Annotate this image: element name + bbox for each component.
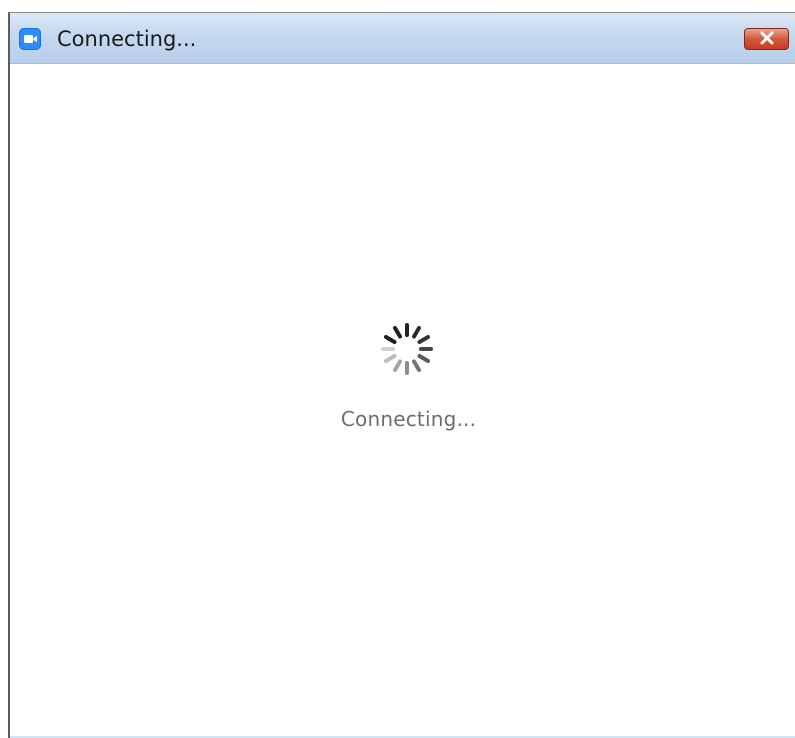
- connecting-content: Connecting...: [10, 64, 795, 738]
- title-bar[interactable]: Connecting...: [10, 13, 795, 64]
- close-button[interactable]: [744, 28, 789, 50]
- connecting-status-text: Connecting...: [340, 407, 477, 431]
- zoom-camera-icon: [19, 28, 41, 50]
- connecting-window: Connecting... Connecting...: [8, 12, 795, 738]
- loading-spinner-icon: [375, 317, 439, 381]
- window-title: Connecting...: [57, 27, 197, 51]
- close-icon: [759, 31, 775, 48]
